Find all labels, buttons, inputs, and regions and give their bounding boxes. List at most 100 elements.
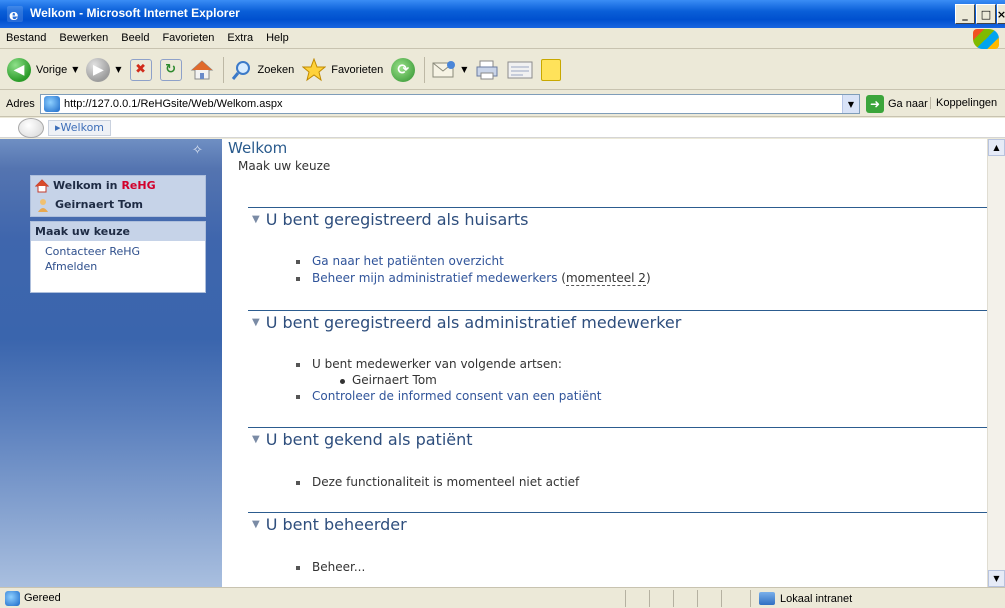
menu-edit[interactable]: Bewerken: [59, 32, 108, 44]
stop-button[interactable]: ✖: [127, 55, 155, 85]
bullet-icon: [296, 395, 300, 399]
scroll-down-button[interactable]: ▼: [988, 570, 1005, 587]
informed-consent-link[interactable]: Controleer de informed consent van een p…: [312, 389, 602, 403]
scroll-up-button[interactable]: ▲: [988, 139, 1005, 156]
list-item: Beheer mijn administratief medewerkers (…: [248, 270, 1005, 287]
page-title: Welkom: [228, 139, 288, 157]
menu-header: Maak uw keuze: [31, 222, 205, 241]
section-huisarts: ▼ U bent geregistreerd als huisarts Ga n…: [248, 207, 1005, 287]
go-button[interactable]: ➜ Ga naar: [866, 95, 928, 113]
employee-of-text: U bent medewerker van volgende artsen:: [312, 357, 562, 371]
breadcrumb-item-welkom[interactable]: ▸Welkom: [48, 120, 112, 136]
page-icon: [44, 96, 60, 112]
status-bar: Gereed Lokaal intranet: [0, 587, 1005, 608]
svg-text:e: e: [9, 6, 19, 23]
back-button[interactable]: ◀ Vorige ▼: [4, 55, 81, 85]
collapse-triangle-icon: ▼: [252, 317, 260, 328]
links-button[interactable]: Koppelingen: [930, 97, 997, 109]
ie-logo-icon: e: [7, 6, 23, 23]
section-header[interactable]: ▼ U bent geregistreerd als administratie…: [252, 313, 1005, 332]
notes-button[interactable]: [538, 55, 564, 85]
chevron-down-icon: ▼: [115, 65, 122, 74]
refresh-icon: ↻: [159, 58, 182, 81]
address-input[interactable]: http://127.0.0.1/ReHGsite/Web/Welkom.asp…: [40, 94, 860, 114]
star-icon: [302, 57, 327, 81]
section-header[interactable]: ▼ U bent gekend als patiënt: [252, 430, 1005, 449]
maximize-button[interactable]: □: [976, 4, 996, 24]
chevron-down-icon: ▼: [461, 65, 468, 74]
brand-name: ReHG: [121, 179, 156, 192]
section-heading: U bent geregistreerd als administratief …: [265, 313, 682, 332]
page-subtitle: Maak uw keuze: [238, 159, 331, 173]
windows-logo-icon: [973, 29, 999, 49]
user-name: Geirnaert Tom: [55, 198, 143, 211]
menu-favorites[interactable]: Favorieten: [162, 32, 214, 44]
section-divider: [248, 427, 1005, 428]
collapse-triangle-icon: ▼: [252, 519, 260, 530]
patients-overview-link[interactable]: Ga naar het patiënten overzicht: [312, 254, 504, 268]
status-pane: [697, 590, 721, 607]
menu-view[interactable]: Beeld: [121, 32, 149, 44]
section-divider: [248, 512, 1005, 513]
sidebar-link-contact[interactable]: Contacteer ReHG: [31, 244, 205, 259]
breadcrumb: ▸Welkom: [0, 118, 1005, 138]
sticky-note-icon: [541, 58, 562, 81]
section-beheerder: ▼ U bent beheerder Beheer...: [248, 512, 1005, 576]
status-pane: [649, 590, 673, 607]
menu-tools[interactable]: Extra: [227, 32, 253, 44]
collapse-triangle-icon: ▼: [252, 434, 260, 445]
status-pane: [721, 590, 745, 607]
menu-help[interactable]: Help: [266, 32, 289, 44]
refresh-button[interactable]: ↻: [157, 55, 185, 85]
address-dropdown-button[interactable]: ▼: [842, 95, 859, 113]
staff-count[interactable]: momenteel 2: [565, 271, 646, 286]
go-label: Ga naar: [888, 98, 928, 110]
intranet-icon: [759, 592, 775, 605]
pin-icon[interactable]: ✧: [192, 143, 203, 158]
list-item: Controleer de informed consent van een p…: [248, 388, 1005, 405]
mail-button[interactable]: ▼: [429, 55, 470, 85]
forward-button[interactable]: ▶ ▼: [83, 55, 124, 85]
document-icon: [507, 61, 533, 78]
vertical-scrollbar[interactable]: ▲ ▼: [987, 139, 1005, 587]
section-heading: U bent gekend als patiënt: [265, 430, 473, 449]
edit-button[interactable]: [504, 55, 536, 85]
security-zone[interactable]: Lokaal intranet: [750, 590, 1005, 607]
status-pane: [625, 590, 649, 607]
close-button[interactable]: ×: [997, 4, 1005, 24]
favorites-button[interactable]: Favorieten: [299, 55, 386, 85]
home-icon: [190, 59, 213, 79]
section-header[interactable]: ▼ U bent geregistreerd als huisarts: [252, 210, 1005, 229]
section-patient: ▼ U bent gekend als patiënt Deze functio…: [248, 427, 1005, 491]
user-info-box: Welkom in ReHG Geirnaert Tom: [30, 175, 206, 217]
title-bar[interactable]: e Welkom - Microsoft Internet Explorer _…: [0, 0, 1005, 28]
home-button[interactable]: [187, 55, 217, 85]
bullet-icon: [296, 363, 300, 367]
back-arrow-icon: ◀: [7, 57, 31, 82]
print-button[interactable]: [472, 55, 502, 85]
back-label: Vorige: [36, 63, 68, 76]
sidebar-link-logout[interactable]: Afmelden: [31, 259, 205, 274]
toolbar-separator: [222, 56, 224, 83]
window-title: Welkom - Microsoft Internet Explorer: [30, 6, 240, 20]
main-panel: Welkom Maak uw keuze ▼ U bent geregistre…: [222, 139, 1005, 587]
toolbar-separator: [424, 56, 426, 83]
printer-icon: [476, 60, 498, 79]
minimize-button[interactable]: _: [955, 4, 975, 24]
history-button[interactable]: ⟳: [388, 55, 418, 85]
menu-box: Maak uw keuze Contacteer ReHG Afmelden: [30, 221, 206, 293]
stop-icon: ✖: [129, 58, 152, 81]
status-text: Gereed: [24, 592, 61, 604]
search-icon: [231, 60, 250, 80]
search-button[interactable]: Zoeken: [228, 55, 298, 85]
sidebar: ✧ Welkom in ReHG Geirnaert Tom Maak uw k…: [0, 139, 222, 587]
address-bar: Adres http://127.0.0.1/ReHGsite/Web/Welk…: [0, 91, 1005, 117]
manage-staff-link[interactable]: Beheer mijn administratief medewerkers: [312, 271, 557, 285]
section-heading: U bent beheerder: [265, 515, 407, 534]
menu-file[interactable]: Bestand: [6, 32, 46, 44]
list-item: Geirnaert Tom: [248, 373, 1005, 388]
section-header[interactable]: ▼ U bent beheerder: [252, 515, 1005, 534]
list-item: Deze functionaliteit is momenteel niet a…: [248, 474, 1005, 491]
admin-item[interactable]: Beheer...: [312, 560, 365, 574]
page-icon: [5, 591, 20, 606]
